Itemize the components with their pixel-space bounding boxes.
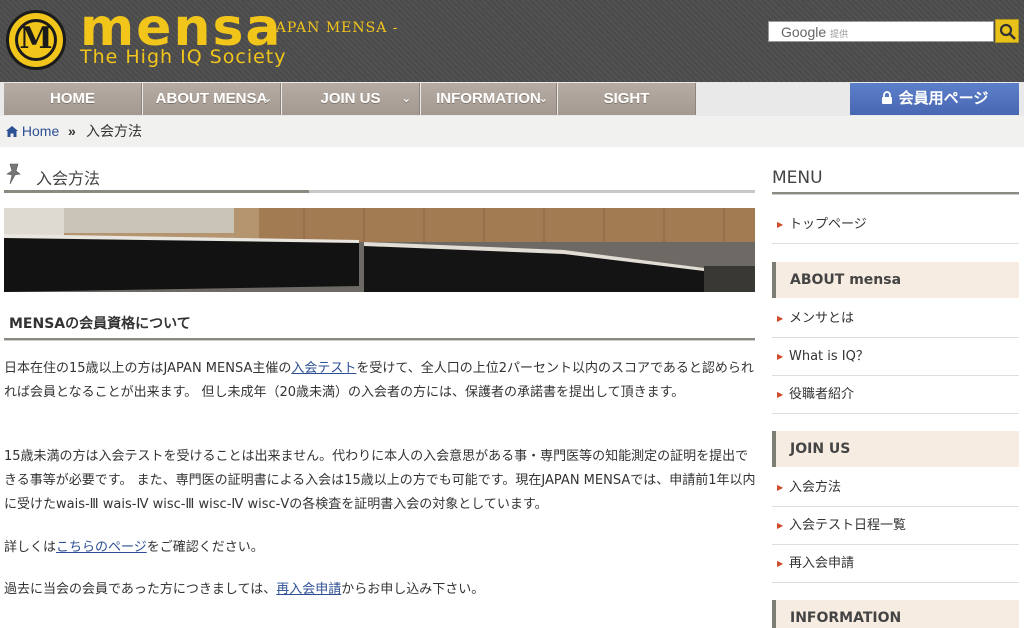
sidebar-item-label: トップページ <box>789 217 867 232</box>
home-icon <box>6 126 18 137</box>
search-brand-name: Google <box>781 24 827 40</box>
sidebar-title-divider <box>772 192 1019 195</box>
lock-icon <box>881 91 892 104</box>
site-header: M mensa - JAPAN MENSA - The High IQ Soci… <box>0 0 1024 82</box>
bullet-icon: ▶ <box>777 559 784 568</box>
meeting-room-photo <box>4 208 755 292</box>
p4-text-before: 過去に当会の会員であった方につきましては、 <box>4 582 277 597</box>
logo-tagline: The High IQ Society <box>80 46 287 68</box>
details-page-link[interactable]: こちらのページ <box>56 540 147 555</box>
breadcrumb-separator: » <box>68 123 76 139</box>
sidebar-item-label: 入会テスト日程一覧 <box>789 518 907 533</box>
sidebar-item-label: メンサとは <box>789 311 855 326</box>
nav-sight[interactable]: SIGHT <box>558 83 696 115</box>
paragraph-rejoin: 過去に当会の会員であった方につきましては、再入会申請からお申し込み下さい。 <box>4 578 756 602</box>
nav-join-us[interactable]: JOIN US ⌄ <box>282 83 420 115</box>
paragraph-details: 詳しくはこちらのページをご確認ください。 <box>4 536 756 560</box>
page-title: 入会方法 <box>36 169 101 188</box>
nav-information[interactable]: INFORMATION ⌄ <box>421 83 557 115</box>
pushpin-icon <box>6 163 21 185</box>
sidebar-item-rejoin[interactable]: ▶ 再入会申請 <box>772 545 1019 583</box>
rejoin-application-link[interactable]: 再入会申請 <box>276 582 341 597</box>
search-brand: Google 提供 <box>781 24 848 40</box>
sidebar-heading-information: INFORMATION <box>772 600 1019 628</box>
section-heading: MENSAの会員資格について <box>9 316 191 332</box>
sidebar-item-officers[interactable]: ▶ 役職者紹介 <box>772 376 1019 414</box>
breadcrumb-current: 入会方法 <box>86 123 142 139</box>
breadcrumb-home-label: Home <box>21 123 60 139</box>
nav-home[interactable]: HOME <box>4 83 142 115</box>
nav-about-mensa[interactable]: ABOUT MENSA ⌄ <box>143 83 281 115</box>
entrance-test-link[interactable]: 入会テスト <box>291 361 356 376</box>
chevron-down-icon: ⌄ <box>538 93 548 105</box>
sidebar-item-label: 再入会申請 <box>789 556 855 571</box>
search-button[interactable] <box>995 19 1019 43</box>
chevron-down-icon: ⌄ <box>401 93 411 105</box>
sidebar-item-what-is-iq[interactable]: ▶ What is IQ？ <box>772 338 1019 376</box>
nav-information-label: INFORMATION <box>436 90 541 107</box>
member-page-button[interactable]: 会員用ページ <box>850 83 1019 115</box>
sidebar-item-top-page[interactable]: ▶ トップページ <box>772 206 1019 244</box>
sidebar-item-label: 役職者紹介 <box>789 387 855 402</box>
sidebar-item-test-schedule[interactable]: ▶ 入会テスト日程一覧 <box>772 507 1019 545</box>
section-divider <box>4 338 755 341</box>
nav-sight-label: SIGHT <box>603 90 650 107</box>
member-button-label: 会員用ページ <box>898 90 989 107</box>
bullet-icon: ▶ <box>777 483 784 492</box>
sidebar-title: MENU <box>772 168 823 188</box>
bullet-icon: ▶ <box>777 352 784 361</box>
sidebar-item-label: 入会方法 <box>789 480 842 495</box>
logo-emblem-letter: M <box>19 21 53 56</box>
breadcrumb-home[interactable]: Home <box>6 116 59 147</box>
bullet-icon: ▶ <box>777 390 784 399</box>
mensa-logo-emblem[interactable]: M <box>6 10 66 70</box>
bullet-icon: ▶ <box>777 521 784 530</box>
paragraph-under-15: 15歳未満の方は入会テストを受けることは出来ません。代わりに本人の入会意思がある… <box>4 449 756 512</box>
sidebar-item-what-is-mensa[interactable]: ▶ メンサとは <box>772 300 1019 338</box>
p1-text-before: 日本在住の15歳以上の方はJAPAN MENSA主催の <box>4 361 292 376</box>
p3-text-after: をご確認ください。 <box>146 540 264 555</box>
p4-text-after: からお申し込み下さい。 <box>341 582 485 597</box>
sidebar-heading-join-us: JOIN US <box>772 431 1019 467</box>
p3-text-before: 詳しくは <box>4 540 57 555</box>
nav-join-label: JOIN US <box>320 90 381 107</box>
logo-subtitle: - JAPAN MENSA - <box>258 20 399 36</box>
title-divider <box>4 190 755 193</box>
paragraph-eligibility: 日本在住の15歳以上の方はJAPAN MENSA主催の入会テストを受けて、全人口… <box>4 357 756 405</box>
search-brand-provided: 提供 <box>830 29 849 39</box>
nav-about-label: ABOUT MENSA <box>155 90 268 107</box>
breadcrumb: Home » 入会方法 <box>0 116 1024 147</box>
search-icon <box>999 23 1016 40</box>
sidebar-item-how-to-join[interactable]: ▶ 入会方法 <box>772 469 1019 507</box>
nav-home-label: HOME <box>50 90 95 107</box>
bullet-icon: ▶ <box>777 220 784 229</box>
page-title-row: 入会方法 <box>4 158 755 194</box>
sidebar-item-label: What is IQ？ <box>789 349 869 364</box>
chevron-down-icon: ⌄ <box>262 93 272 105</box>
search-input[interactable]: Google 提供 <box>768 21 994 42</box>
bullet-icon: ▶ <box>777 314 784 323</box>
sidebar-heading-about: ABOUT mensa <box>772 262 1019 298</box>
